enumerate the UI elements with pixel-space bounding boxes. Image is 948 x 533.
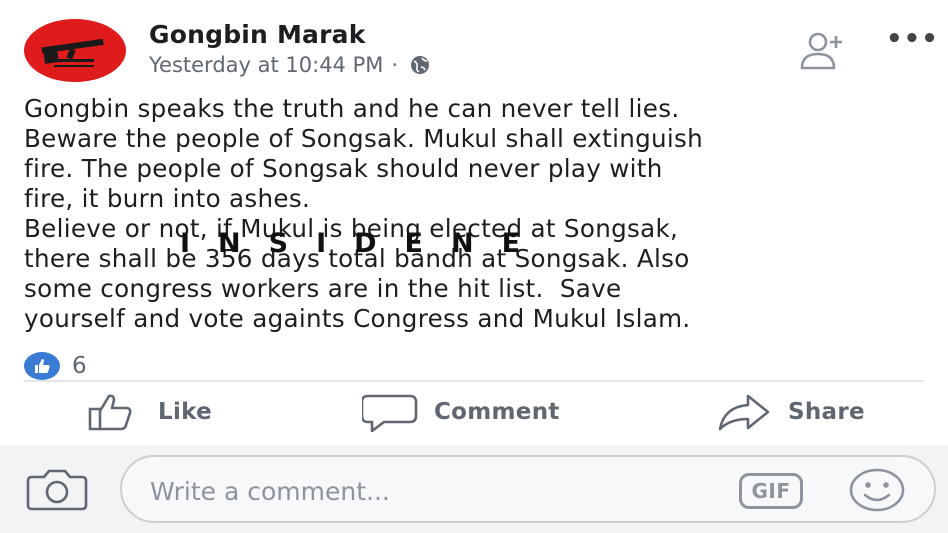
comment-bubble-icon [362, 394, 418, 432]
comment-label: Comment [434, 399, 560, 425]
comment-button[interactable]: Comment [362, 392, 560, 432]
comment-box[interactable]: GIF [120, 455, 936, 523]
globe-icon [411, 56, 430, 74]
comment-input[interactable] [150, 469, 710, 513]
share-arrow-icon [718, 394, 770, 431]
post-text: Gongbin speaks the truth and he can neve… [24, 94, 704, 333]
like-reaction-icon [24, 352, 60, 380]
camera-icon[interactable] [26, 467, 88, 511]
reaction-count: 6 [72, 353, 87, 379]
emoji-icon[interactable] [848, 467, 906, 513]
rifle-logo-icon [41, 38, 104, 67]
reaction-summary[interactable]: 6 [24, 352, 87, 380]
share-label: Share [788, 399, 865, 425]
watermark: INSIDENE [180, 228, 549, 259]
gif-button[interactable]: GIF [739, 473, 803, 509]
divider [24, 380, 924, 382]
add-friend-icon[interactable] [798, 30, 850, 70]
thumbs-up-icon [88, 394, 132, 431]
post-meta: Yesterday at 10:44 PM · [149, 53, 434, 77]
like-button[interactable]: Like [86, 392, 212, 432]
post-card: Gongbin Marak Yesterday at 10:44 PM · ••… [0, 0, 948, 445]
share-button[interactable]: Share [716, 392, 865, 432]
like-label: Like [158, 399, 213, 425]
author-name[interactable]: Gongbin Marak [149, 20, 366, 49]
comment-composer: GIF [0, 445, 948, 533]
more-options-icon[interactable]: ••• [886, 24, 939, 54]
post-timestamp[interactable]: Yesterday at 10:44 PM [149, 53, 383, 77]
meta-separator: · [391, 53, 399, 77]
avatar[interactable] [24, 19, 126, 82]
